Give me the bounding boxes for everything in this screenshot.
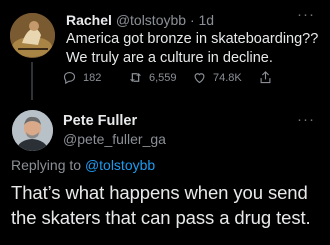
more-options-icon[interactable]: ···: [297, 111, 315, 128]
more-options-icon[interactable]: ···: [297, 6, 315, 23]
author-name[interactable]: Rachel: [66, 12, 112, 28]
tweet-time[interactable]: 1d: [199, 12, 215, 28]
replying-label: Replying to: [11, 157, 82, 173]
avatar-image: [10, 13, 55, 58]
heart-icon: [194, 73, 205, 84]
meta-separator: ·: [189, 12, 195, 28]
like-count: 74.8K: [213, 71, 242, 84]
share-icon: [260, 71, 271, 84]
thread-line: [31, 62, 33, 100]
author-name[interactable]: Pete Fuller: [63, 113, 137, 129]
author-handle[interactable]: @tolstoybb: [116, 12, 186, 28]
replying-to-link[interactable]: @tolstoybb: [85, 157, 155, 173]
avatar[interactable]: [10, 13, 55, 58]
parent-tweet-text: America got bronze in skateboarding?? We…: [66, 31, 319, 66]
main-tweet-text: That’s what happens when you send the sk…: [11, 182, 311, 228]
reply-count: 182: [83, 71, 102, 84]
avatar[interactable]: [12, 110, 53, 151]
replying-to: Replying to @tolstoybb: [11, 157, 155, 173]
tweet-actions: 182 6,559 74.8K: [62, 70, 324, 88]
like-button[interactable]: 74.8K: [192, 70, 242, 85]
author-handle[interactable]: @pete_fuller_ga: [63, 131, 166, 147]
retweet-icon: [129, 73, 142, 82]
share-button[interactable]: [258, 70, 273, 85]
reply-button[interactable]: 182: [62, 70, 101, 85]
retweet-button[interactable]: 6,559: [128, 70, 177, 85]
avatar-image: [12, 110, 53, 151]
reply-icon: [63, 71, 76, 85]
retweet-count: 6,559: [149, 71, 177, 84]
parent-tweet-meta: Rachel @tolstoybb · 1d: [66, 12, 214, 28]
